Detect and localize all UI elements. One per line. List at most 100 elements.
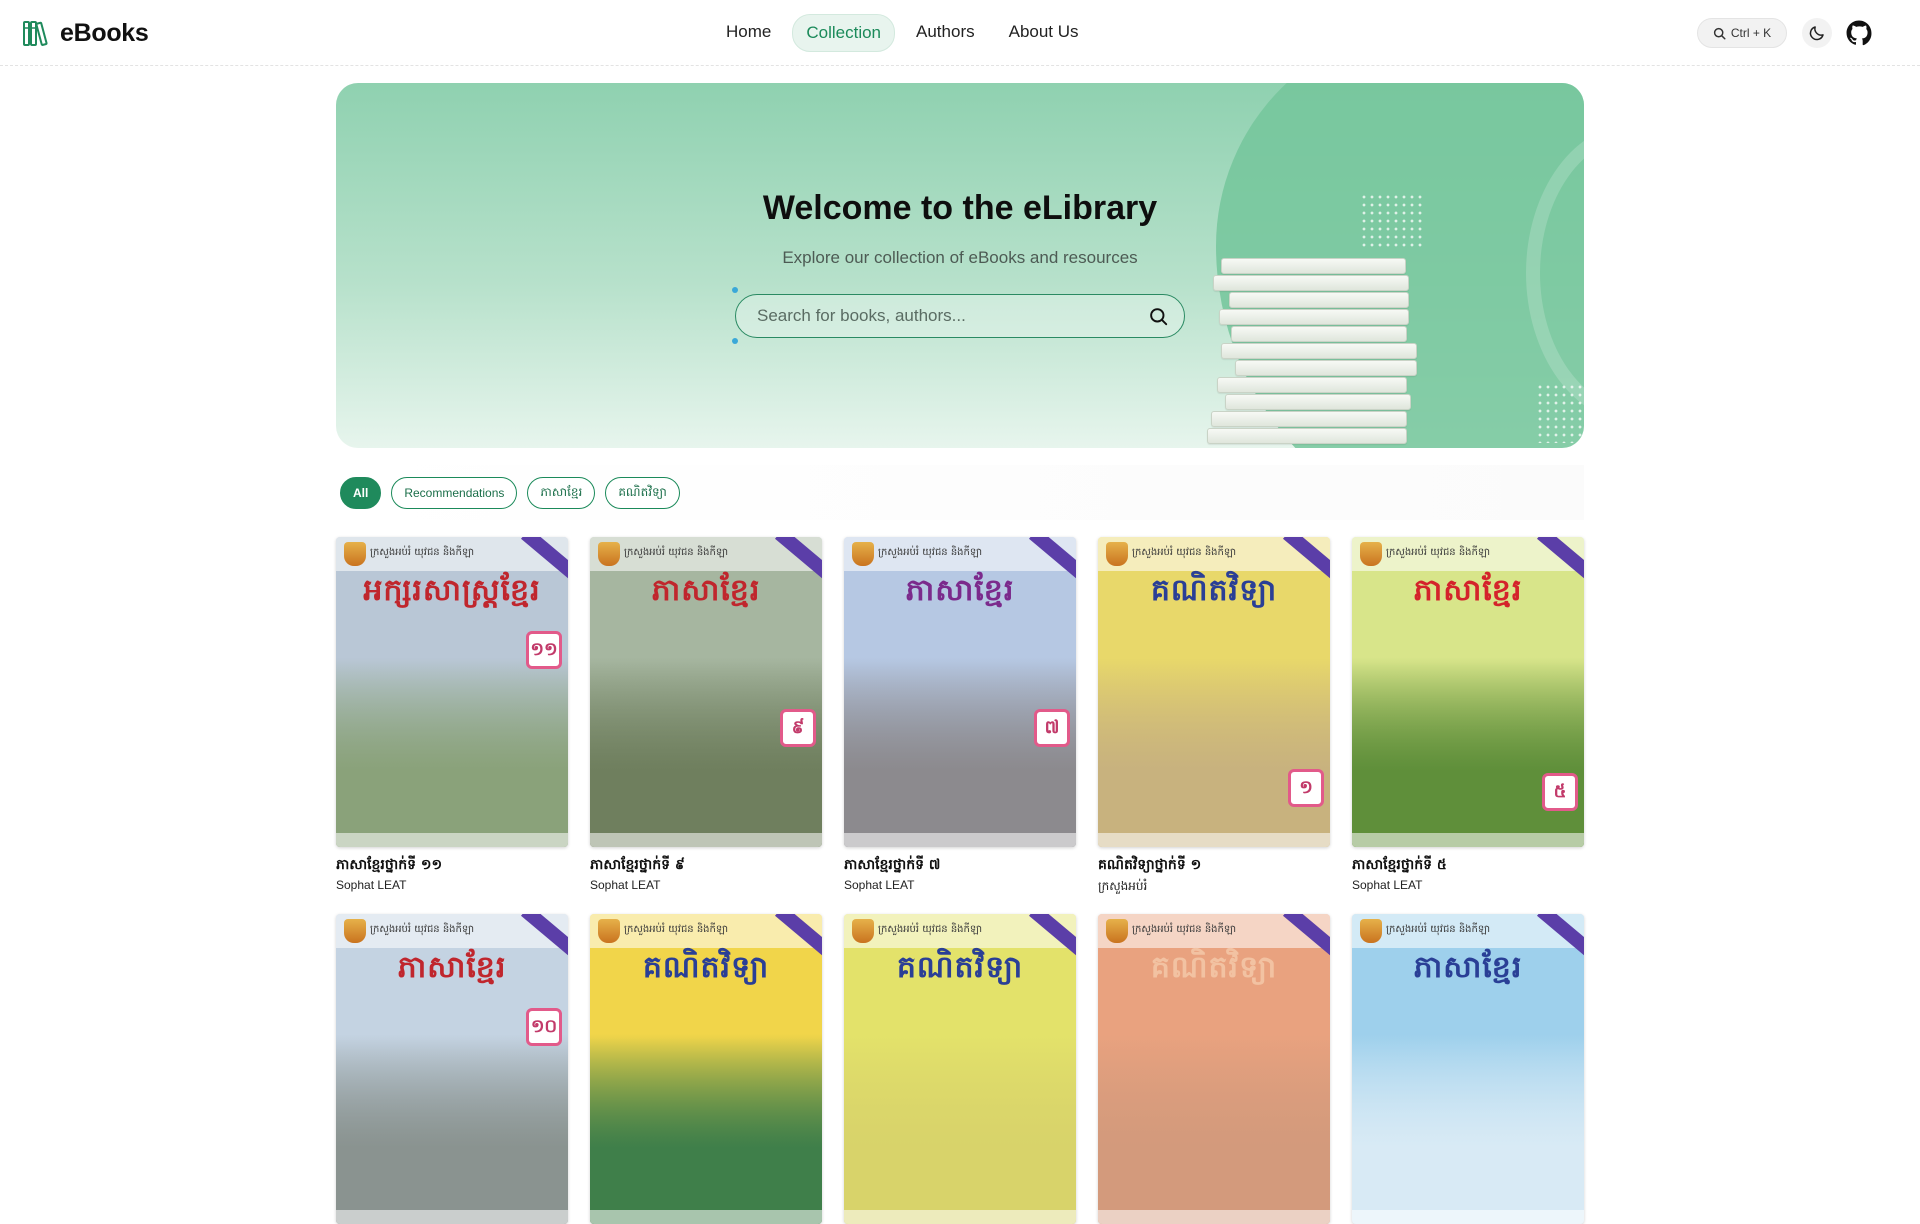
book-card[interactable]: ក្រសួងអប់រំ យុវជន និងកីឡាគណិតវិទ្យា — [590, 914, 822, 1224]
book-cover[interactable]: ក្រសួងអប់រំ យុវជន និងកីឡា ភាសាខ្មែរ ១០ — [336, 914, 568, 1224]
cover-ministry-text: ក្រសួងអប់រំ យុវជន និងកីឡា — [878, 924, 983, 935]
book-card[interactable]: ក្រសួងអប់រំ យុវជន និងកីឡា គណិតវិទ្យា១គណិត… — [1098, 537, 1330, 896]
cover-grade-badge: ៩ — [780, 709, 816, 747]
book-card[interactable]: ក្រសួងអប់រំ យុវជន និងកីឡា ភាសាខ្មែរ៩ភាសាខ… — [590, 537, 822, 896]
cover-footer-band — [590, 833, 822, 847]
nav-authors[interactable]: Authors — [903, 14, 988, 52]
filter-chip-math[interactable]: គណិតវិទ្យា — [605, 476, 680, 509]
cover-illustration — [844, 1034, 1076, 1224]
book-card[interactable]: ក្រសួងអប់រំ យុវជន និងកីឡា គណិតវិទ្យា — [1098, 914, 1330, 1224]
book-cover[interactable]: ក្រសួងអប់រំ យុវជន និងកីឡា គណិតវិទ្យា — [1098, 914, 1330, 1224]
cover-title: គណិតវិទ្យា — [642, 950, 770, 985]
search-decor-dot — [732, 338, 738, 344]
hero-banner: Welcome to the eLibrary Explore our coll… — [336, 83, 1584, 448]
book-title[interactable]: ភាសាខ្មែរថ្នាក់ទី ៥ — [1352, 855, 1584, 876]
ministry-emblem-icon — [1360, 919, 1382, 943]
hero-title: Welcome to the eLibrary — [762, 189, 1158, 227]
cover-ministry-text: ក្រសួងអប់រំ យុវជន និងកីឡា — [370, 547, 475, 558]
main-nav: Home Collection Authors About Us — [713, 14, 1092, 52]
cover-grade-badge: ៧ — [1034, 709, 1070, 747]
book-cover[interactable]: ក្រសួងអប់រំ យុវជន និងកីឡា អក្សរសាស្ត្រខ្ម… — [336, 537, 568, 847]
cover-ministry-text: ក្រសួងអប់រំ យុវជន និងកីឡា — [1386, 924, 1491, 935]
ministry-emblem-icon — [1106, 542, 1128, 566]
book-cover[interactable]: ក្រសួងអប់រំ យុវជន និងកីឡាគណិតវិទ្យា — [844, 914, 1076, 1224]
book-card[interactable]: ក្រសួងអប់រំ យុវជន និងកីឡា ភាសាខ្មែរ ១០ — [336, 914, 568, 1224]
cover-illustration — [1098, 657, 1330, 847]
hero-decor-dots — [1536, 383, 1584, 443]
ministry-emblem-icon — [598, 919, 620, 943]
cover-illustration — [336, 657, 568, 847]
book-card[interactable]: ក្រសួងអប់រំ យុវជន និងកីឡាភាសាខ្មែរ៧ភាសាខ… — [844, 537, 1076, 896]
book-cover[interactable]: ក្រសួងអប់រំ យុវជន និងកីឡា ភាសាខ្មែរ៥ — [1352, 537, 1584, 847]
book-cover[interactable]: ក្រសួងអប់រំ យុវជន និងកីឡា ភាសាខ្មែរ៩ — [590, 537, 822, 847]
nav-collection[interactable]: Collection — [792, 14, 896, 52]
filter-chip-all[interactable]: All — [340, 476, 382, 509]
search-shortcut-button[interactable]: Ctrl + K — [1697, 18, 1787, 48]
cover-ministry-text: ក្រសួងអប់រំ យុវជន និងកីឡា — [370, 924, 475, 935]
github-icon — [1846, 20, 1872, 46]
brand[interactable]: eBooks — [22, 18, 149, 48]
book-grid: ក្រសួងអប់រំ យុវជន និងកីឡា អក្សរសាស្ត្រខ្ម… — [336, 537, 1584, 1224]
github-link[interactable] — [1844, 18, 1874, 48]
cover-footer-band — [1098, 833, 1330, 847]
ministry-emblem-icon — [1106, 919, 1128, 943]
ministry-emblem-icon — [344, 542, 366, 566]
book-card[interactable]: ក្រសួងអប់រំ យុវជន និងកីឡា ភាសាខ្មែរ៥ភាសាខ… — [1352, 537, 1584, 896]
theme-toggle-button[interactable] — [1802, 18, 1832, 48]
cover-illustration — [1352, 1034, 1584, 1224]
cover-illustration — [1352, 657, 1584, 847]
cover-footer-band — [844, 1210, 1076, 1224]
book-title[interactable]: ភាសាខ្មែរថ្នាក់ទី ១១ — [336, 855, 568, 876]
ministry-emblem-icon — [598, 542, 620, 566]
search-decor-dot — [732, 287, 738, 293]
hero-search-input[interactable] — [757, 306, 1149, 326]
ministry-emblem-icon — [852, 542, 874, 566]
book-cover[interactable]: ក្រសួងអប់រំ យុវជន និងកីឡាភាសាខ្មែរ៧ — [844, 537, 1076, 847]
cover-ministry-text: ក្រសួងអប់រំ យុវជន និងកីឡា — [1386, 547, 1491, 558]
cover-footer-band — [1098, 1210, 1330, 1224]
nav-about-us[interactable]: About Us — [996, 14, 1092, 52]
book-card[interactable]: ក្រសួងអប់រំ យុវជន និងកីឡាគណិតវិទ្យា — [844, 914, 1076, 1224]
cover-title: គណិតវិទ្យា — [896, 950, 1024, 985]
cover-title: ភាសាខ្មែរ — [1413, 950, 1523, 985]
book-author: Sophat LEAT — [336, 878, 407, 892]
book-title[interactable]: ភាសាខ្មែរថ្នាក់ទី ៧ — [844, 855, 1076, 876]
category-filters: All Recommendations ភាសាខ្មែរ គណិតវិទ្យា — [336, 465, 1584, 520]
search-icon — [1713, 27, 1726, 40]
cover-footer-band — [844, 833, 1076, 847]
books-icon — [23, 21, 48, 46]
book-cover[interactable]: ក្រសួងអប់រំ យុវជន និងកីឡាគណិតវិទ្យា — [590, 914, 822, 1224]
cover-ministry-text: ក្រសួងអប់រំ យុវជន និងកីឡា — [1132, 924, 1237, 935]
cover-illustration — [590, 657, 822, 847]
top-navbar: eBooks Home Collection Authors About Us … — [0, 0, 1920, 66]
search-shortcut-label: Ctrl + K — [1730, 26, 1772, 40]
book-author: ក្រសួងអប់រំ — [1098, 879, 1148, 893]
filter-chip-recommendations[interactable]: Recommendations — [391, 476, 518, 509]
book-card[interactable]: ក្រសួងអប់រំ យុវជន និងកីឡា អក្សរសាស្ត្រខ្ម… — [336, 537, 568, 896]
cover-ministry-text: ក្រសួងអប់រំ យុវជន និងកីឡា — [878, 547, 983, 558]
book-card[interactable]: ក្រសួងអប់រំ យុវជន និងកីឡាភាសាខ្មែរ — [1352, 914, 1584, 1224]
cover-illustration — [1098, 1034, 1330, 1224]
book-author: Sophat LEAT — [844, 878, 915, 892]
cover-ministry-text: ក្រសួងអប់រំ យុវជន និងកីឡា — [624, 924, 729, 935]
ministry-emblem-icon — [344, 919, 366, 943]
ministry-emblem-icon — [1360, 542, 1382, 566]
cover-title: ភាសាខ្មែរ — [905, 573, 1015, 608]
book-title[interactable]: គណិតវិទ្យាថ្នាក់ទី ១ — [1098, 855, 1330, 876]
brand-name: eBooks — [60, 18, 149, 47]
cover-footer-band — [336, 1210, 568, 1224]
hero-subtitle: Explore our collection of eBooks and res… — [782, 248, 1138, 267]
cover-title: គណិតវិទ្យា — [1150, 573, 1278, 608]
book-title[interactable]: ភាសាខ្មែរថ្នាក់ទី ៩ — [590, 855, 822, 876]
cover-footer-band — [1352, 1210, 1584, 1224]
cover-illustration — [590, 1034, 822, 1224]
filter-chip-khmer[interactable]: ភាសាខ្មែរ — [527, 476, 596, 509]
cover-ministry-text: ក្រសួងអប់រំ យុវជន និងកីឡា — [624, 547, 729, 558]
book-cover[interactable]: ក្រសួងអប់រំ យុវជន និងកីឡាភាសាខ្មែរ — [1352, 914, 1584, 1224]
search-icon[interactable] — [1149, 307, 1168, 326]
cover-grade-badge: ១០ — [526, 1008, 562, 1046]
nav-home[interactable]: Home — [713, 14, 784, 52]
cover-ministry-text: ក្រសួងអប់រំ យុវជន និងកីឡា — [1132, 547, 1237, 558]
cover-footer-band — [590, 1210, 822, 1224]
book-cover[interactable]: ក្រសួងអប់រំ យុវជន និងកីឡា គណិតវិទ្យា១ — [1098, 537, 1330, 847]
